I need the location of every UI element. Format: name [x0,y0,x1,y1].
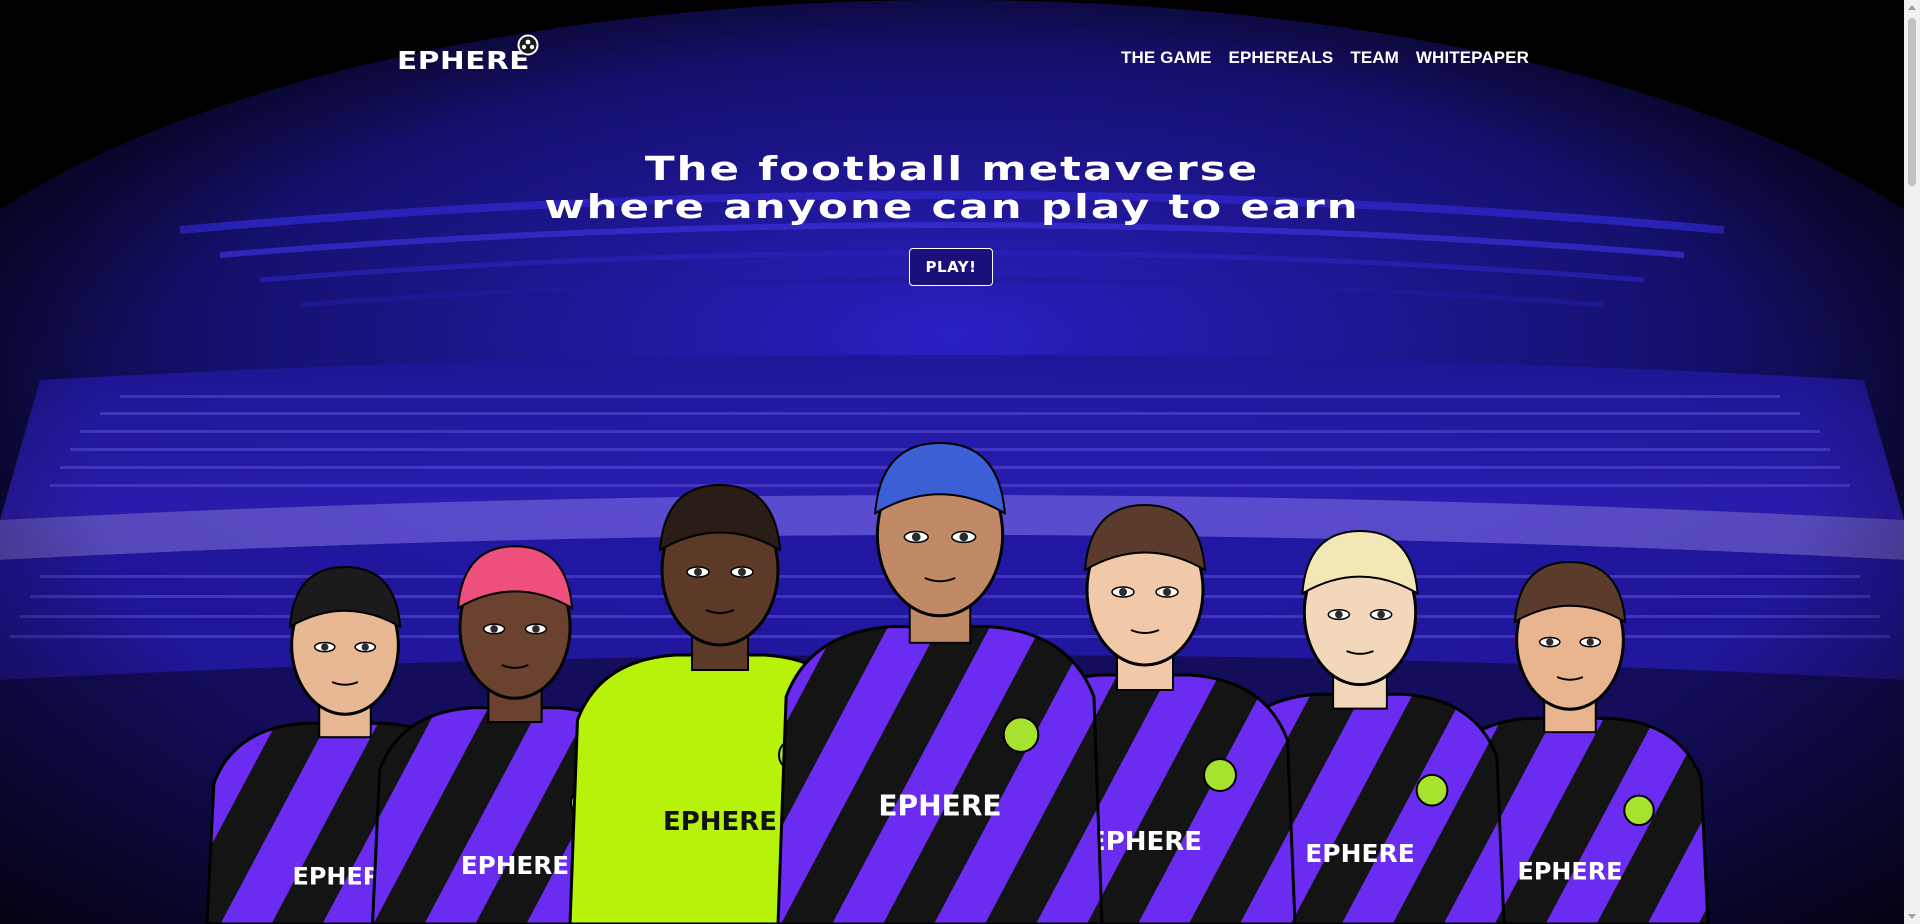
hero-title: The football metaverse where anyone can … [0,150,1904,226]
play-button[interactable]: PLAY! [909,248,993,286]
globe-badge-icon [1203,758,1237,792]
players-illustration: EPHERE EPHEREEPHEREEPHEREEPHEREEPHEREEPHE… [205,441,1710,924]
scroll-thumb[interactable] [1908,18,1916,186]
hero-section: The football metaverse where anyone can … [0,150,1904,286]
shirt-logo-text: EPHERE [1518,857,1623,885]
shirt-logo-text: EPHERE [878,790,1001,823]
site-logo[interactable]: EPHERE [397,34,539,73]
shirt-logo-text: EPHERE [663,807,777,837]
shirt-logo-text: EPHERE [1305,839,1415,868]
hero-title-line-1: The football metaverse [644,149,1260,188]
player-pupil [959,532,969,542]
shirt-logo-text: EPHERE [461,851,569,880]
scrollbar[interactable] [1904,0,1920,924]
hero-title-line-2: where anyone can play to earn [544,187,1360,226]
nav-link-ephereals[interactable]: EPHEREALS [1229,48,1334,68]
shirt-logo-text: EPHERE [1088,827,1202,857]
player-pupil [1335,610,1343,619]
scroll-up-arrow-icon[interactable] [1908,5,1916,10]
player-pupil [911,532,921,542]
player-pupil [738,568,746,576]
nav-link-the-game[interactable]: THE GAME [1121,48,1212,68]
globe-badge-icon [1415,773,1449,807]
globe-badge-icon [1623,794,1655,827]
player-pupil [1163,588,1171,596]
site-header: EPHERE THE GAME EPHEREALS TEAM WHITEPAPE… [0,0,1904,110]
player-pupil [694,568,702,576]
page: EPHERE THE GAME EPHEREALS TEAM WHITEPAPE… [0,0,1904,924]
football-icon [517,34,539,56]
player-pupil [361,643,369,651]
player-shirt [776,625,1104,924]
player-pupil [1546,638,1554,646]
nav-link-whitepaper[interactable]: WHITEPAPER [1416,48,1529,68]
player-pupil [490,625,498,633]
scroll-down-arrow-icon[interactable] [1908,914,1916,919]
logo-text: EPHERE [397,46,531,75]
main-nav: THE GAME EPHEREALS TEAM WHITEPAPER [1121,48,1529,68]
nav-link-team[interactable]: TEAM [1350,48,1399,68]
player-pupil [1377,610,1385,619]
player-pupil [1119,588,1127,596]
player-pupil [1586,638,1594,646]
player-pupil [532,625,540,633]
player-pupil [321,643,329,651]
globe-badge-icon [1002,716,1040,753]
player-figure: EPHERE [776,441,1104,924]
